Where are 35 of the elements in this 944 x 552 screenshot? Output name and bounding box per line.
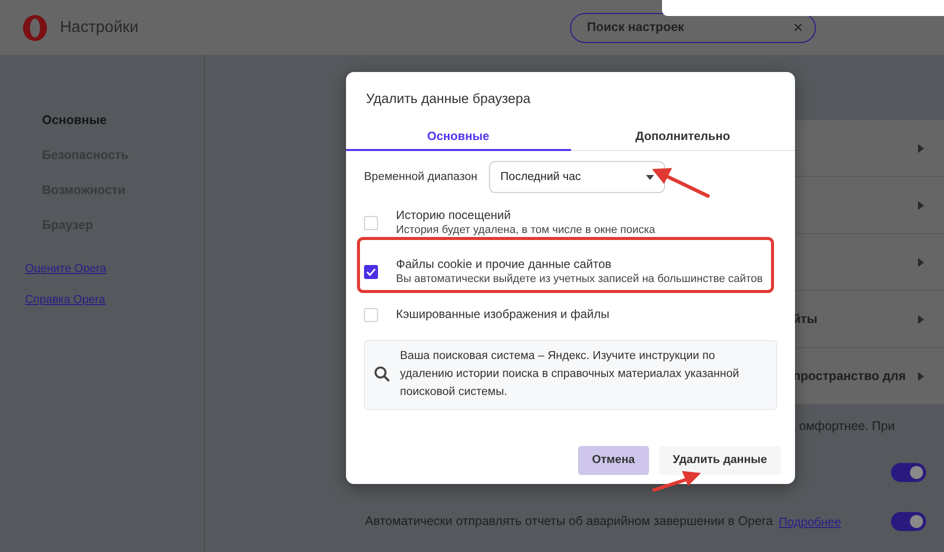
delete-button[interactable]: Удалить данные <box>658 446 781 476</box>
help-link[interactable]: Оцените Opera <box>25 261 204 278</box>
page-title: Настройки <box>60 18 138 38</box>
toggle-switch[interactable] <box>891 512 926 531</box>
field-label: Временной диапазон <box>364 170 478 185</box>
chevron-right-icon[interactable] <box>918 144 924 152</box>
option-description: История будет удалена, в том числе в окне поиска <box>396 222 656 238</box>
setting-label: Автоматически отправлять отчеты об аварийном завершении в Opera <box>365 513 773 530</box>
setting-description: омфортнее. При <box>799 418 895 436</box>
chevron-right-icon[interactable] <box>918 314 924 324</box>
more-link[interactable]: Подробнее <box>778 512 842 530</box>
clear-button[interactable]: × <box>793 19 803 36</box>
option-label: Историю посещений <box>396 208 512 223</box>
sidebar-item[interactable]: Основные <box>0 103 107 138</box>
tab[interactable]: Дополнительно <box>570 123 795 152</box>
option-label: Кэшированные изображения и файлы <box>396 307 610 322</box>
chevron-right-icon[interactable] <box>918 372 924 380</box>
info-text: Ваша поисковая система – Яндекс. Изучите инструкции по удалению истории поиска в справочных материалах указанной поисковой системы. <box>400 349 740 400</box>
chevron-right-icon[interactable] <box>918 258 924 266</box>
chevron-right-icon[interactable] <box>918 200 924 210</box>
option-description: Вы автоматически выйдете из учетных записей на большинстве сайтов <box>396 272 763 287</box>
dialog-title: Удалить данные браузера <box>365 90 532 108</box>
opera-logo <box>22 14 48 42</box>
search-icon <box>374 366 390 382</box>
tab[interactable]: Основные <box>346 123 570 152</box>
checkbox[interactable] <box>364 264 378 279</box>
cancel-button[interactable]: Отмена <box>578 446 649 476</box>
option-label: Файлы cookie и прочие данные сайтов <box>396 256 612 272</box>
arrow <box>652 470 702 492</box>
caret-icon <box>646 174 654 180</box>
time-range-dropdown[interactable]: Последний час <box>489 161 666 194</box>
search-field[interactable]: Поиск настроек × <box>570 12 816 42</box>
toggle-switch[interactable] <box>891 463 926 482</box>
help-link[interactable]: Справка Opera <box>25 292 204 310</box>
setting-label: пространство для <box>793 368 906 385</box>
